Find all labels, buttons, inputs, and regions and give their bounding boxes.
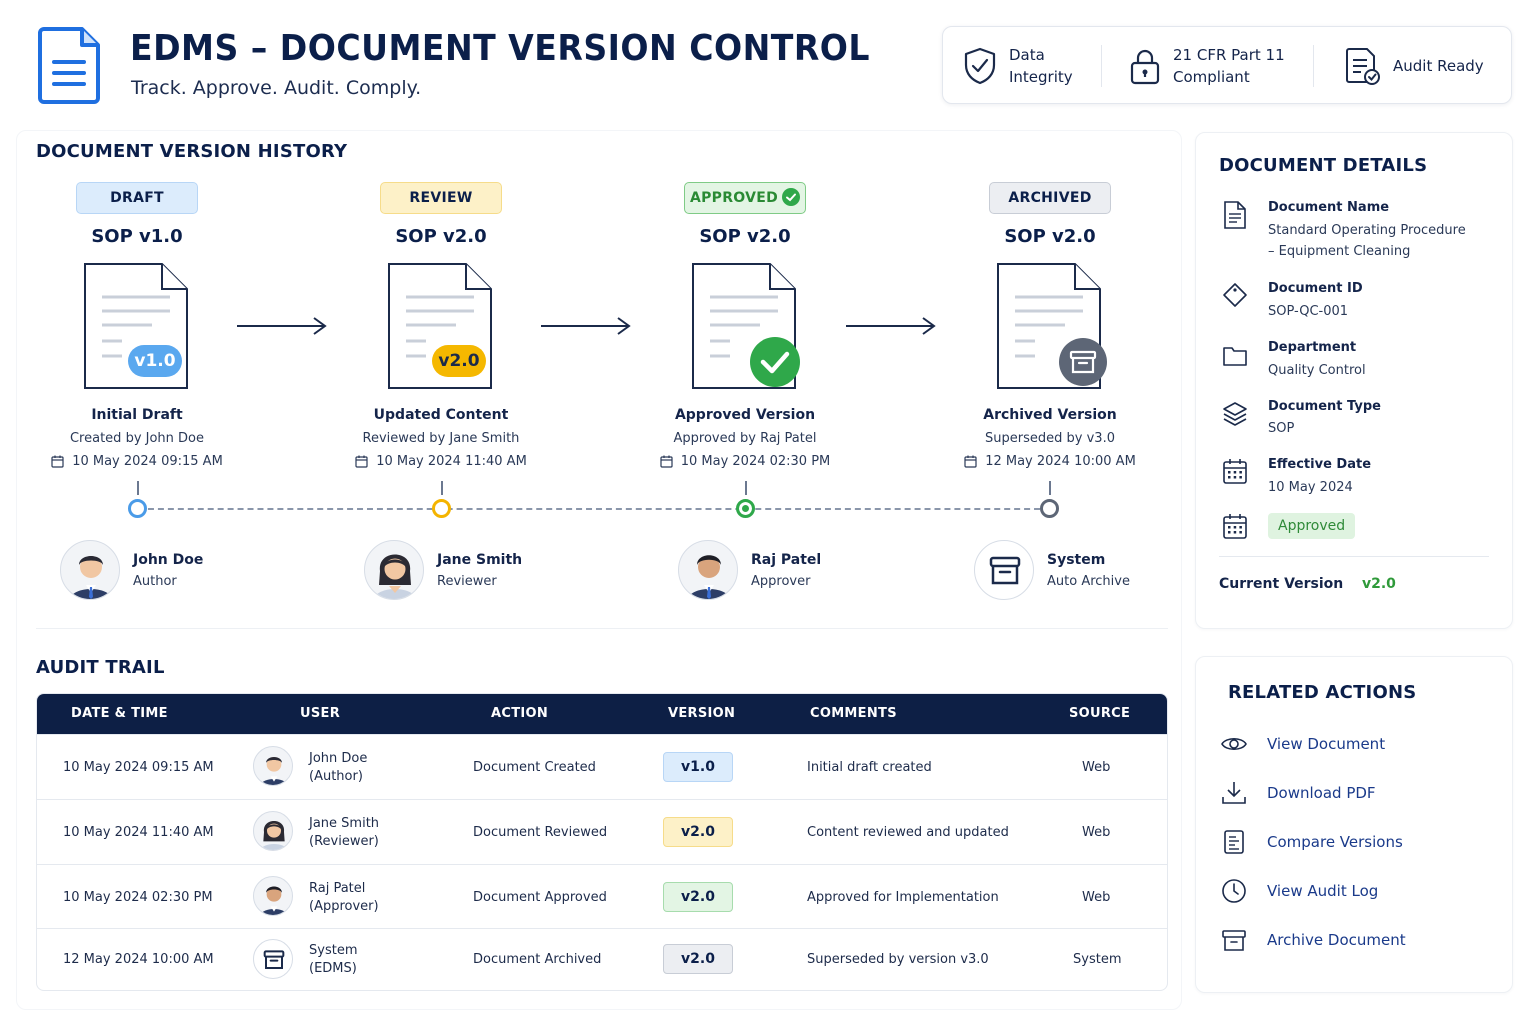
status-badge: Approved (1268, 513, 1356, 539)
stage-approved: APPROVED SOP v2.0 Approved Version Appro… (620, 182, 870, 469)
table-row[interactable]: 10 May 2024 02:30 PM Raj Patel (Approver)… (37, 864, 1167, 928)
view-audit-log-button[interactable]: View Audit Log (1221, 878, 1378, 904)
person-system: System Auto Archive (974, 540, 1130, 600)
timeline-dot-review (432, 499, 451, 518)
history-title: DOCUMENT VERSION HISTORY (36, 141, 348, 162)
arrow-right-icon (237, 317, 327, 335)
badge-audit-ready: Audit Ready (1345, 27, 1484, 105)
actions-title: RELATED ACTIONS (1228, 682, 1417, 703)
layers-icon (1223, 402, 1247, 426)
calendar-icon (964, 455, 977, 468)
document-logo-icon (38, 27, 100, 104)
stage-version: SOP v1.0 (91, 226, 183, 247)
status-pill-approved: APPROVED (684, 182, 806, 214)
download-pdf-button[interactable]: Download PDF (1221, 780, 1376, 806)
person-jane-smith: Jane Smith Reviewer (364, 540, 522, 600)
document-icon (1224, 201, 1246, 229)
version-badge: v2.0 (432, 345, 486, 377)
stage-version: SOP v2.0 (699, 226, 791, 247)
document-icon[interactable]: v2.0 (376, 263, 506, 393)
current-version-label: Current Version (1219, 576, 1344, 592)
calendar-icon (660, 455, 673, 468)
audit-table: DATE & TIME USER ACTION VERSION COMMENTS… (36, 693, 1168, 991)
view-document-button[interactable]: View Document (1221, 731, 1385, 757)
lock-icon (1130, 49, 1160, 85)
page-subtitle: Track. Approve. Audit. Comply. (131, 77, 422, 99)
badge-data-integrity: Data Integrity (963, 27, 1073, 105)
stage-version: SOP v2.0 (1004, 226, 1096, 247)
table-row[interactable]: 12 May 2024 10:00 AM System (EDMS) Docume… (37, 928, 1167, 990)
eye-icon (1221, 737, 1247, 751)
table-row[interactable]: 10 May 2024 11:40 AM Jane Smith (Reviewer… (37, 799, 1167, 864)
calendar-icon (51, 455, 64, 468)
archive-document-button[interactable]: Archive Document (1221, 927, 1406, 953)
avatar (253, 939, 293, 979)
version-badge: v1.0 (663, 752, 733, 782)
checklist-icon (1346, 48, 1380, 85)
stage-archived: ARCHIVED SOP v2.0 Archived Version Super… (925, 182, 1175, 469)
avatar (364, 540, 424, 600)
avatar (253, 746, 293, 786)
version-badge: v1.0 (128, 345, 182, 377)
stage-version: SOP v2.0 (395, 226, 487, 247)
person-john-doe: John Doe Author (60, 540, 203, 600)
avatar (253, 811, 293, 851)
details-title: DOCUMENT DETAILS (1219, 155, 1428, 176)
current-version-value: v2.0 (1362, 576, 1396, 592)
stage-review: REVIEW SOP v2.0 v2.0 Updated Content Rev… (316, 182, 566, 469)
archive-box-icon (263, 950, 285, 969)
avatar (974, 540, 1034, 600)
document-icon[interactable] (680, 263, 810, 393)
status-pill-draft: DRAFT (76, 182, 198, 214)
timeline-line (138, 508, 1050, 510)
avatar (60, 540, 120, 600)
page-title: EDMS – DOCUMENT VERSION CONTROL (130, 28, 870, 69)
avatar (678, 540, 738, 600)
calendar-icon (1223, 514, 1247, 539)
table-header: DATE & TIME USER ACTION VERSION COMMENTS… (37, 694, 1167, 734)
compare-document-icon (1224, 830, 1244, 854)
clock-icon (1222, 879, 1246, 903)
timeline-dot-approved (736, 499, 755, 518)
badge-cfr-compliant: 21 CFR Part 11 Compliant (1129, 27, 1285, 105)
download-icon (1222, 782, 1246, 804)
table-row[interactable]: 10 May 2024 09:15 AM John Doe (Author) Do… (37, 734, 1167, 799)
version-badge: v2.0 (663, 817, 733, 847)
person-raj-patel: Raj Patel Approver (678, 540, 821, 600)
calendar-icon (355, 455, 368, 468)
archive-box-icon (989, 556, 1021, 585)
stage-draft: DRAFT SOP v1.0 v1.0 Initial Draft Create… (12, 182, 262, 469)
folder-icon (1223, 347, 1247, 366)
document-icon[interactable] (985, 263, 1115, 393)
version-badge: v2.0 (663, 944, 733, 974)
compliance-badges: Data Integrity 21 CFR Part 11 Compliant Au… (942, 26, 1512, 104)
audit-title: AUDIT TRAIL (36, 657, 165, 678)
version-badge: v2.0 (663, 882, 733, 912)
compare-versions-button[interactable]: Compare Versions (1221, 829, 1403, 855)
status-pill-review: REVIEW (380, 182, 502, 214)
timeline-dot-draft (128, 499, 147, 518)
document-icon[interactable]: v1.0 (72, 263, 202, 393)
avatar (253, 876, 293, 916)
status-pill-archived: ARCHIVED (989, 182, 1111, 214)
check-circle-icon (782, 187, 801, 206)
timeline-dot-archived (1040, 499, 1059, 518)
arrow-right-icon (541, 317, 631, 335)
shield-check-icon (964, 47, 996, 85)
archive-box-icon (1222, 930, 1246, 951)
calendar-icon (1223, 459, 1247, 484)
tag-icon (1223, 283, 1247, 307)
arrow-right-icon (846, 317, 936, 335)
